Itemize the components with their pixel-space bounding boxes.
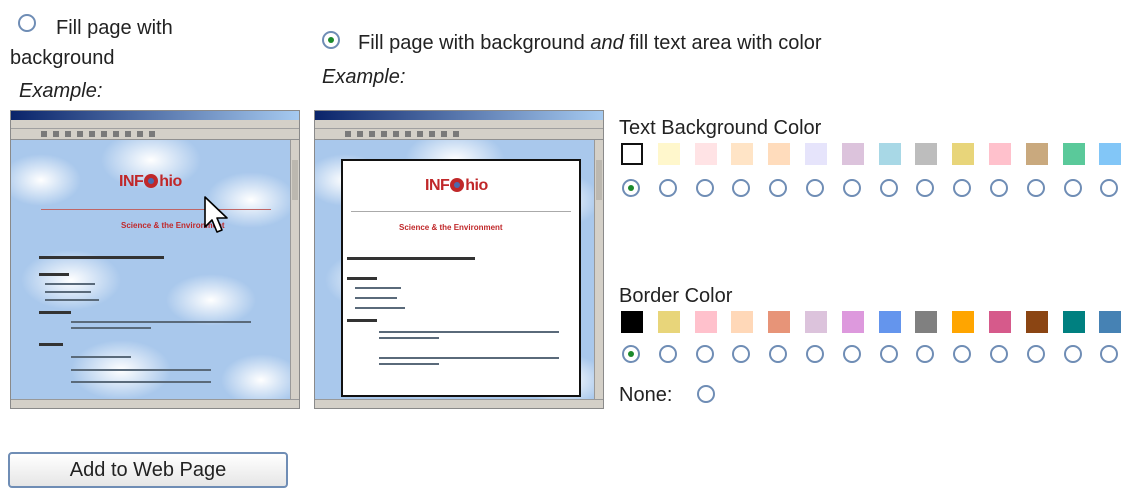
border-swatch-2 bbox=[695, 311, 717, 333]
textbg-swatch-1 bbox=[658, 143, 680, 165]
option-background-and-text-radio[interactable] bbox=[322, 31, 340, 49]
border-radio-10[interactable] bbox=[990, 345, 1008, 363]
border-radio-11[interactable] bbox=[1027, 345, 1045, 363]
example-screenshot-background: INF hio Science & the Environment bbox=[10, 110, 300, 409]
option-background-only-label-line2: background bbox=[10, 47, 115, 69]
textbg-swatch-11 bbox=[1026, 143, 1048, 165]
border-swatch-12 bbox=[1063, 311, 1085, 333]
textbg-radio-13[interactable] bbox=[1100, 179, 1118, 197]
border-radio-4[interactable] bbox=[769, 345, 787, 363]
preview-logo-2: INF hio bbox=[425, 177, 488, 194]
border-swatch-11 bbox=[1026, 311, 1048, 333]
textbg-swatch-8 bbox=[915, 143, 937, 165]
textbg-swatch-10 bbox=[989, 143, 1011, 165]
preview-logo: INF hio bbox=[119, 173, 182, 190]
textbg-radio-11[interactable] bbox=[1027, 179, 1045, 197]
border-none-radio[interactable] bbox=[697, 385, 715, 403]
border-swatch-5 bbox=[805, 311, 827, 333]
textbg-radio-8[interactable] bbox=[916, 179, 934, 197]
textbg-swatch-12 bbox=[1063, 143, 1085, 165]
textbg-radio-7[interactable] bbox=[880, 179, 898, 197]
border-radio-6[interactable] bbox=[843, 345, 861, 363]
add-to-web-page-button[interactable]: Add to Web Page bbox=[8, 452, 288, 488]
textbg-swatch-4 bbox=[768, 143, 790, 165]
textbg-swatch-2 bbox=[695, 143, 717, 165]
border-radio-12[interactable] bbox=[1064, 345, 1082, 363]
border-swatch-1 bbox=[658, 311, 680, 333]
textbg-swatch-7 bbox=[879, 143, 901, 165]
border-swatch-4 bbox=[768, 311, 790, 333]
border-radio-9[interactable] bbox=[953, 345, 971, 363]
border-swatch-6 bbox=[842, 311, 864, 333]
textbg-radio-5[interactable] bbox=[806, 179, 824, 197]
border-radio-5[interactable] bbox=[806, 345, 824, 363]
example-screenshot-background-and-text: INF hio Science & the Environment bbox=[314, 110, 604, 409]
textbg-radio-3[interactable] bbox=[732, 179, 750, 197]
mouse-cursor-icon bbox=[204, 196, 228, 233]
preview-heading-2: Science & the Environment bbox=[399, 223, 503, 232]
option-background-only-label: Fill page with bbox=[56, 17, 173, 39]
textbg-swatch-5 bbox=[805, 143, 827, 165]
preview-text-area: INF hio Science & the Environment bbox=[341, 159, 581, 397]
textbg-radio-2[interactable] bbox=[696, 179, 714, 197]
textbg-radio-4[interactable] bbox=[769, 179, 787, 197]
border-radio-0[interactable] bbox=[622, 345, 640, 363]
border-color-title: Border Color bbox=[619, 285, 733, 307]
border-radio-1[interactable] bbox=[659, 345, 677, 363]
border-radio-8[interactable] bbox=[916, 345, 934, 363]
textbg-radio-12[interactable] bbox=[1064, 179, 1082, 197]
border-none-label: None: bbox=[619, 384, 673, 406]
border-swatch-3 bbox=[731, 311, 753, 333]
border-radio-13[interactable] bbox=[1100, 345, 1118, 363]
border-swatch-9 bbox=[952, 311, 974, 333]
border-radio-3[interactable] bbox=[732, 345, 750, 363]
border-swatch-7 bbox=[879, 311, 901, 333]
text-background-color-title: Text Background Color bbox=[619, 117, 822, 139]
textbg-radio-1[interactable] bbox=[659, 179, 677, 197]
textbg-swatch-13 bbox=[1099, 143, 1121, 165]
textbg-radio-6[interactable] bbox=[843, 179, 861, 197]
example-label-1: Example: bbox=[19, 80, 103, 102]
example-label-2: Example: bbox=[322, 66, 406, 88]
textbg-swatch-6 bbox=[842, 143, 864, 165]
textbg-radio-10[interactable] bbox=[990, 179, 1008, 197]
border-radio-7[interactable] bbox=[880, 345, 898, 363]
textbg-radio-9[interactable] bbox=[953, 179, 971, 197]
border-swatch-13 bbox=[1099, 311, 1121, 333]
border-swatch-8 bbox=[915, 311, 937, 333]
textbg-radio-0[interactable] bbox=[622, 179, 640, 197]
textbg-swatch-9 bbox=[952, 143, 974, 165]
border-swatch-10 bbox=[989, 311, 1011, 333]
border-swatch-0 bbox=[621, 311, 643, 333]
textbg-swatch-0 bbox=[621, 143, 643, 165]
border-radio-2[interactable] bbox=[696, 345, 714, 363]
textbg-swatch-3 bbox=[731, 143, 753, 165]
option-background-only-radio[interactable] bbox=[18, 14, 36, 32]
option-background-and-text-label: Fill page with background and fill text … bbox=[358, 32, 822, 54]
